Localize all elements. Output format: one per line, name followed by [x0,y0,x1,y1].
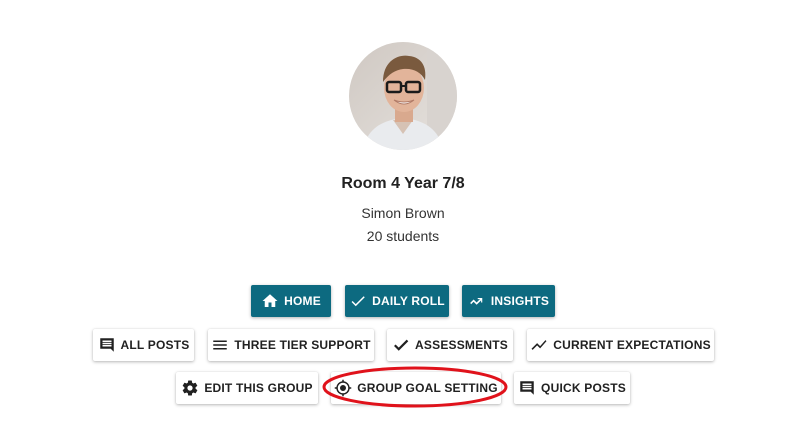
check-icon [351,296,365,307]
three-tier-support-button[interactable]: THREE TIER SUPPORT [208,329,374,361]
gear-icon [183,380,198,396]
comment-icon [99,338,114,352]
student-count: 20 students [366,228,440,244]
insights-button-label: INSIGHTS [490,294,550,308]
check-icon [394,339,409,351]
all-posts-button-label: ALL POSTS [120,338,190,352]
group-goal-setting-button-label: GROUP GOAL SETTING [357,381,498,395]
current-expectations-button-label: CURRENT EXPECTATIONS [553,338,711,352]
three-tier-support-button-label: THREE TIER SUPPORT [234,338,371,352]
quick-posts-button[interactable]: QUICK POSTS [514,372,630,404]
daily-roll-button[interactable]: DAILY ROLL [345,285,449,317]
teacher-photo [349,42,457,150]
insights-button[interactable]: INSIGHTS [462,285,555,317]
group-goal-setting-button[interactable]: GROUP GOAL SETTING [331,372,501,404]
menu-icon [213,340,228,350]
assessments-button-label: ASSESSMENTS [415,338,508,352]
group-title: Room 4 Year 7/8 [341,175,465,192]
avatar [349,42,457,150]
assessments-button[interactable]: ASSESSMENTS [387,329,513,361]
trending-icon [470,298,483,305]
all-posts-button[interactable]: ALL POSTS [93,329,194,361]
home-button[interactable]: HOME [251,285,331,317]
quick-posts-button-label: QUICK POSTS [541,381,626,395]
comment-icon [520,381,534,395]
edit-this-group-button-label: EDIT THIS GROUP [204,381,313,395]
target-icon [334,379,352,397]
teacher-name: Simon Brown [361,205,445,221]
edit-this-group-button[interactable]: EDIT THIS GROUP [176,372,318,404]
trending-up-icon [531,340,547,350]
daily-roll-button-label: DAILY ROLL [372,294,445,308]
home-icon [262,294,278,307]
current-expectations-button[interactable]: CURRENT EXPECTATIONS [527,329,714,361]
home-button-label: HOME [284,294,321,308]
